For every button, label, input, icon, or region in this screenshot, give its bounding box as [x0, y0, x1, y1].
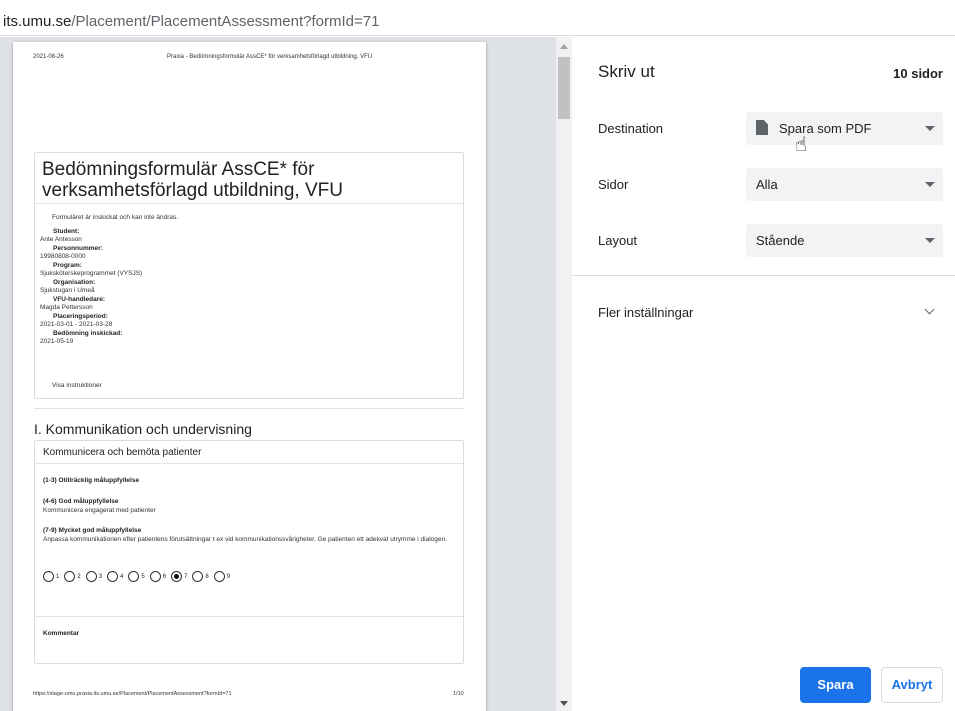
- section-title: I. Kommunikation och undervisning: [34, 421, 252, 437]
- score-option: 8: [192, 571, 209, 582]
- page-header-title: Praxia - Bedömningsformulär AssCE* för v…: [167, 54, 373, 60]
- save-button[interactable]: Spara: [800, 667, 871, 703]
- pages-select[interactable]: Alla: [746, 168, 943, 201]
- info-value: Sjuksköterskeprogrammet (VYSJS): [40, 270, 143, 277]
- radio-circle-icon: [107, 571, 119, 582]
- page-header-date: 2021-08-26: [33, 54, 64, 60]
- scroll-up-arrow-icon[interactable]: [560, 44, 568, 49]
- divider: [35, 203, 463, 204]
- score-number: 3: [98, 573, 103, 580]
- pages-label: Sidor: [598, 177, 629, 192]
- print-settings-panel: Skriv ut 10 sidor Destination Spara som …: [572, 37, 955, 711]
- layout-select[interactable]: Stående: [746, 224, 943, 257]
- file-icon: [756, 120, 768, 135]
- chevron-down-icon[interactable]: [924, 304, 935, 315]
- divider: [35, 463, 463, 464]
- scrollbar-thumb[interactable]: [558, 57, 570, 119]
- preview-page: 2021-08-26 Praxia - Bedömningsformulär A…: [13, 42, 486, 711]
- destination-label: Destination: [598, 121, 664, 136]
- score-number: 7: [184, 573, 188, 580]
- radio-circle-icon: [128, 571, 140, 582]
- info-label: VFU-handledare:: [53, 296, 106, 303]
- score-option: 2: [64, 571, 81, 582]
- score-option: 3: [85, 571, 103, 582]
- score-number: 1: [56, 573, 60, 580]
- scroll-down-arrow-icon[interactable]: [560, 701, 568, 706]
- info-value: 19980808-0000: [40, 253, 86, 260]
- divider: [35, 616, 463, 617]
- form-title-line2: verksamhetsförlagd utbildning, VFU: [42, 180, 343, 201]
- info-value: Ante Antesson: [40, 236, 82, 243]
- divider: [34, 408, 464, 409]
- info-label: Student:: [53, 228, 80, 235]
- info-label: Placeringsperiod:: [53, 313, 108, 320]
- info-label: Personnummer:: [53, 245, 103, 252]
- instructions-link: Visa instruktioner: [52, 382, 102, 389]
- radio-circle-icon: [64, 571, 76, 582]
- form-title-line1: Bedömningsformulär AssCE* för: [42, 159, 315, 180]
- destination-select[interactable]: Spara som PDF: [746, 112, 943, 145]
- level-label: (1-3) Otillräcklig måluppfyllelse: [43, 477, 140, 484]
- radio-circle-icon: [85, 571, 97, 582]
- hand-pointer-icon: ☝: [795, 134, 808, 156]
- criterion-card: Kommunicera och bemöta patienter (1-3) O…: [34, 440, 464, 664]
- layout-label: Layout: [598, 233, 638, 248]
- destination-value: Spara som PDF: [779, 121, 872, 136]
- score-number: 9: [226, 573, 231, 580]
- url-path: /Placement/PlacementAssessment?formId=71: [71, 13, 380, 30]
- comment-label: Kommentar: [43, 630, 80, 637]
- divider: [572, 275, 955, 276]
- page-footer-url: https://stage-umu.praxia.its.umu.se/Plac…: [33, 691, 232, 697]
- chevron-down-icon: [925, 182, 935, 187]
- score-number: 8: [205, 573, 209, 580]
- level-description: Anpassa kommunikationen efter patientens…: [43, 536, 447, 543]
- info-list: Student: Ante Antesson Personnummer: 199…: [40, 228, 340, 347]
- level-description: Kommunicera engagerat med patienter: [43, 507, 156, 514]
- criterion-title: Kommunicera och bemöta patienter: [43, 447, 202, 458]
- form-title: Bedömningsformulär AssCE* för verksamhet…: [42, 159, 343, 201]
- score-option: 4: [107, 571, 123, 582]
- info-value: Sjukstugan i Umeå: [40, 287, 95, 294]
- score-number: 6: [162, 573, 167, 580]
- score-option: 5: [128, 571, 145, 582]
- submitted-notice: Formuläret är inskickat och kan inte änd…: [52, 214, 179, 221]
- score-option: 6: [149, 571, 167, 582]
- print-preview: 2021-08-26 Praxia - Bedömningsformulär A…: [0, 37, 572, 711]
- page-footer-number: 1/10: [453, 691, 464, 697]
- score-option-selected: 7: [171, 571, 187, 582]
- radio-circle-icon: [213, 571, 225, 582]
- chevron-down-icon: [925, 126, 935, 131]
- radio-circle-icon: [149, 571, 161, 582]
- more-settings-toggle[interactable]: Fler inställningar: [598, 305, 693, 320]
- cancel-button[interactable]: Avbryt: [881, 667, 943, 703]
- info-label: Program:: [53, 262, 82, 269]
- info-value: 2021-03-01 - 2021-03-28: [40, 321, 113, 328]
- score-option: 9: [213, 571, 231, 582]
- print-title: Skriv ut: [598, 62, 655, 81]
- level-label: (4-6) God måluppfyllelse: [43, 498, 119, 505]
- score-option: 1: [43, 571, 59, 582]
- score-number: 5: [141, 573, 145, 580]
- level-label: (7-9) Mycket god måluppfyllelse: [43, 527, 142, 534]
- score-number: 2: [77, 573, 81, 580]
- score-radio-group: 1 2 3 4 5 6 7 8 9: [43, 571, 235, 582]
- pages-value: Alla: [756, 177, 778, 192]
- info-value: Magda Pettersson: [40, 304, 93, 311]
- info-value: 2021-05-19: [40, 338, 74, 345]
- info-label: Organisation:: [53, 279, 96, 286]
- address-bar[interactable]: its.umu.se/Placement/PlacementAssessment…: [0, 0, 955, 36]
- page-count: 10 sidor: [893, 66, 943, 81]
- score-number: 4: [120, 573, 124, 580]
- layout-value: Stående: [756, 233, 805, 248]
- chevron-down-icon: [925, 238, 935, 243]
- info-label: Bedömning inskickad:: [53, 330, 123, 337]
- form-info-card: Bedömningsformulär AssCE* för verksamhet…: [34, 152, 464, 399]
- radio-circle-icon: [43, 571, 54, 582]
- url-host: its.umu.se: [3, 13, 72, 30]
- url-text[interactable]: its.umu.se/Placement/PlacementAssessment…: [3, 13, 379, 30]
- preview-scrollbar[interactable]: [556, 37, 572, 711]
- radio-selected-icon: [171, 571, 183, 582]
- radio-circle-icon: [192, 571, 204, 582]
